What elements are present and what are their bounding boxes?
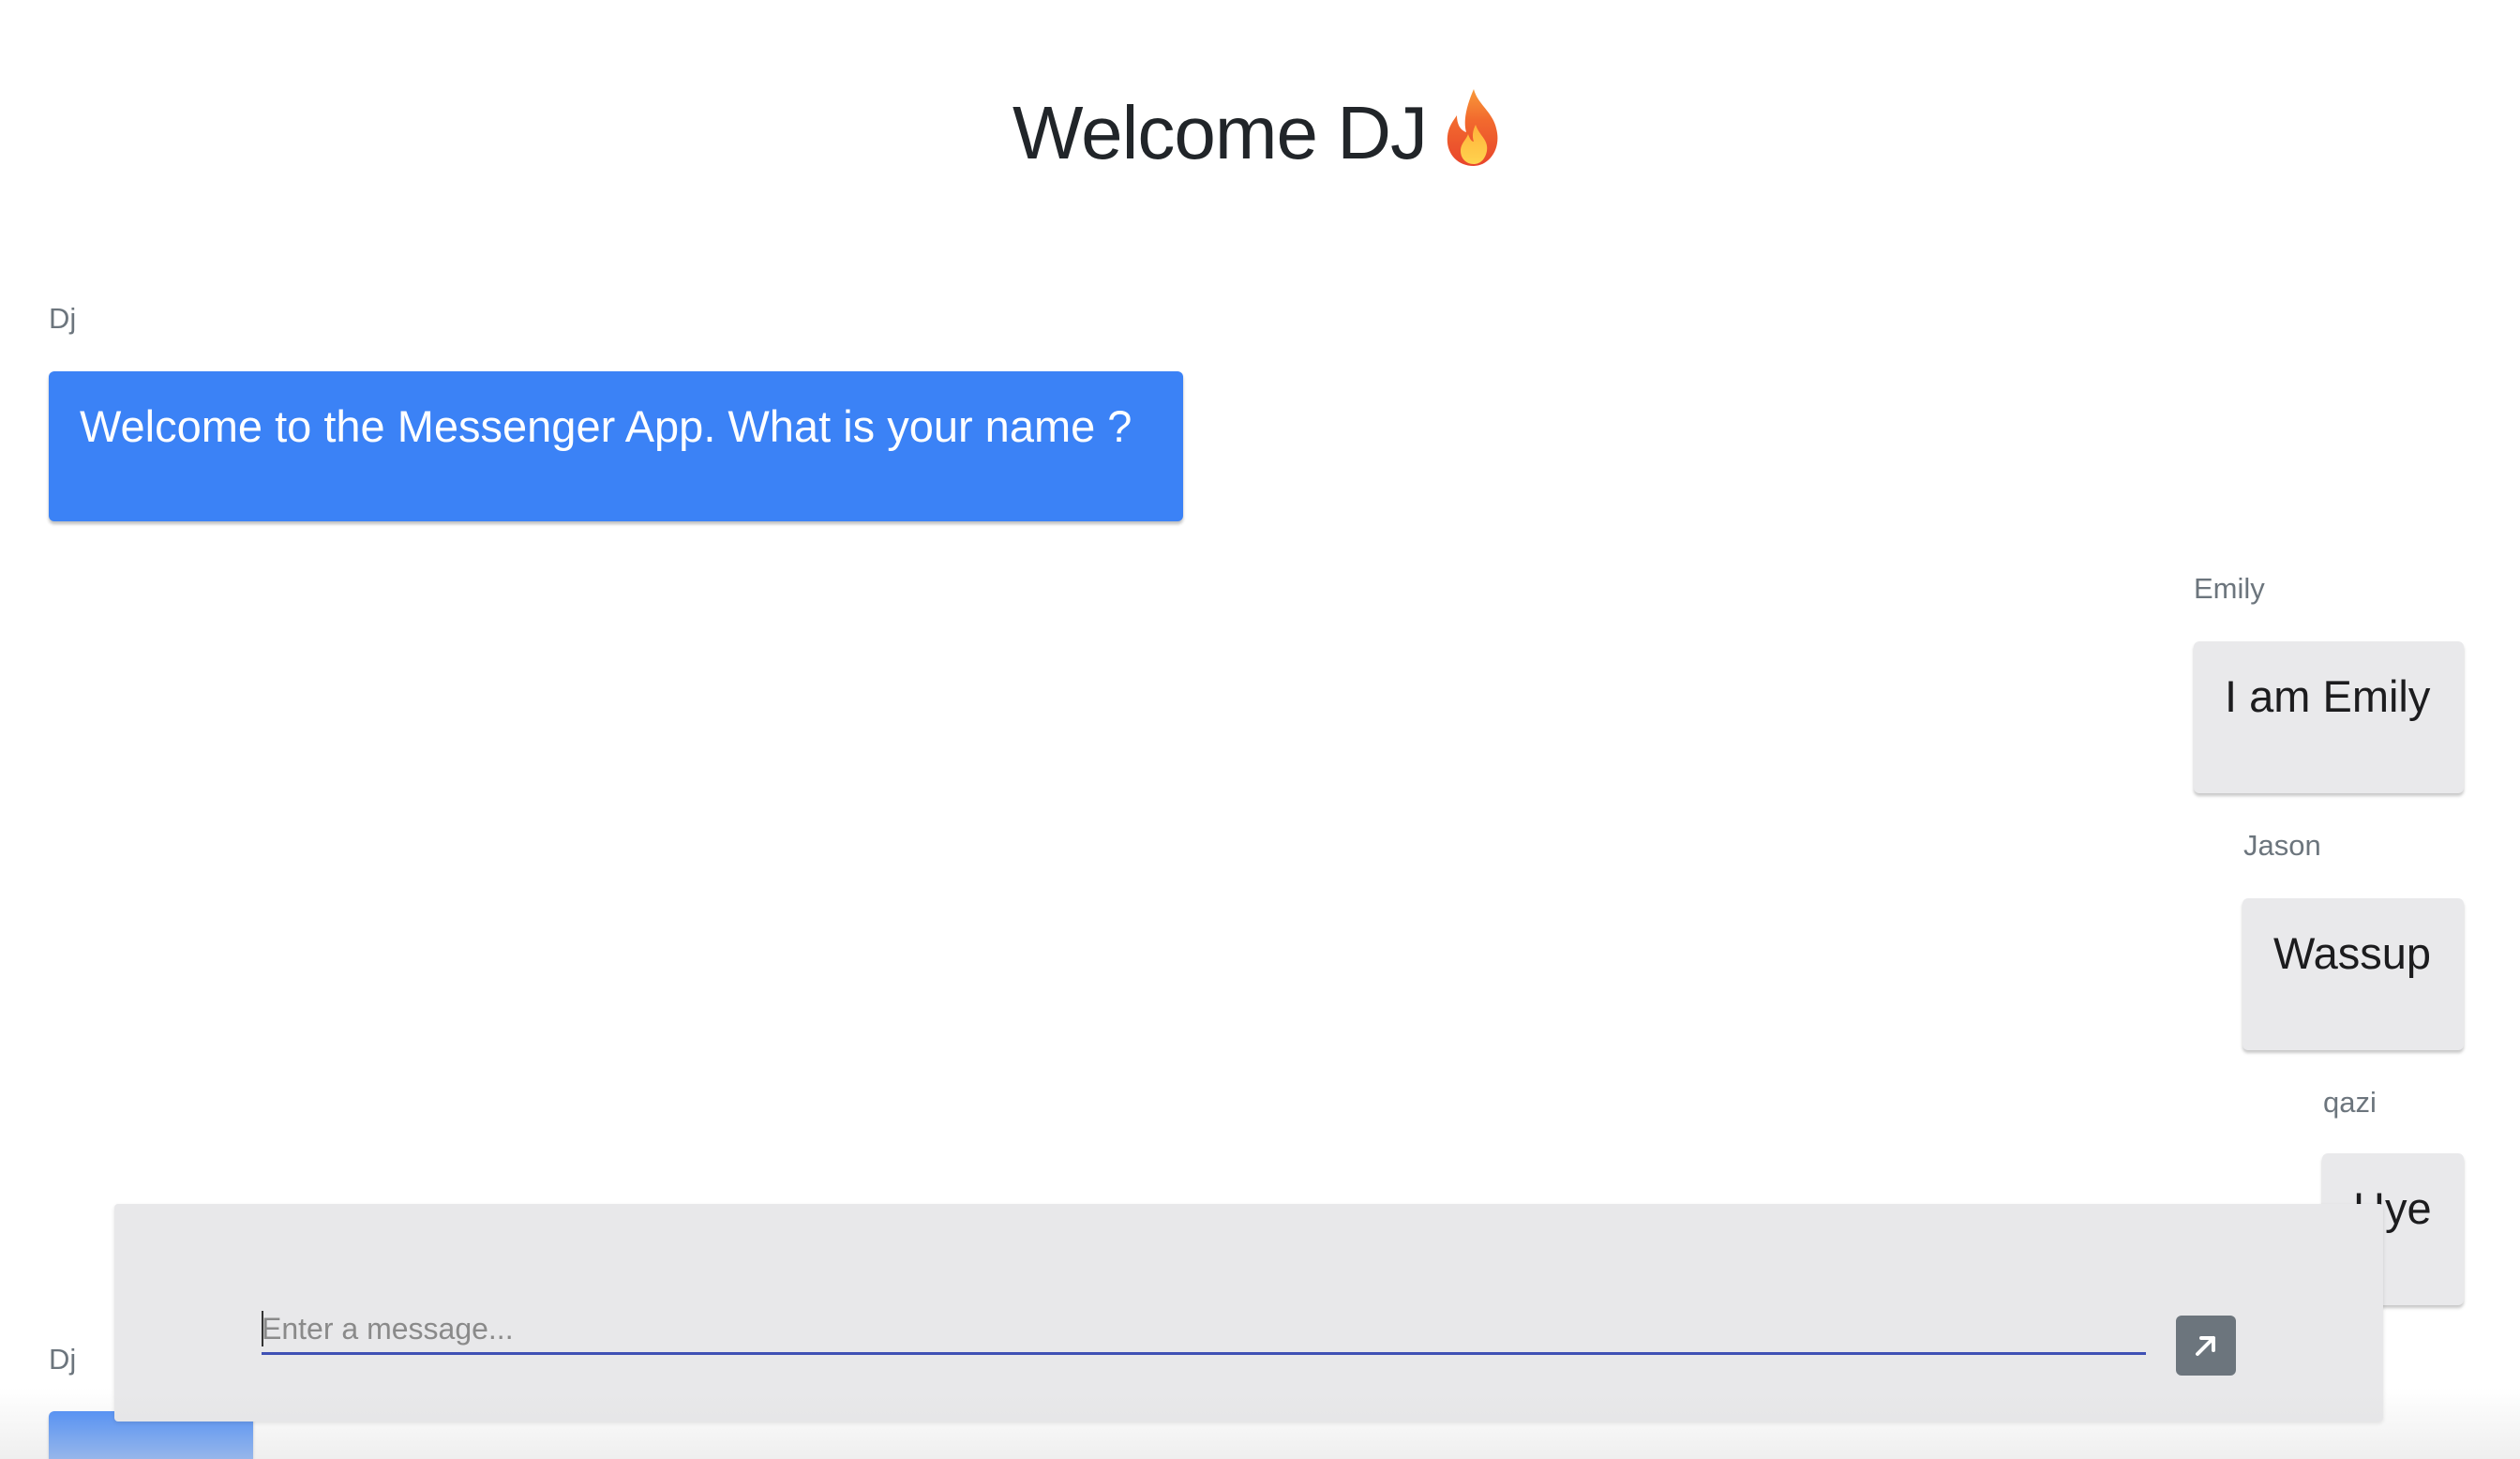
message-text: I am Emily <box>2225 671 2431 721</box>
message-text: Welcome to the Messenger App. What is yo… <box>80 401 1132 451</box>
arrow-up-right-icon <box>2190 1330 2222 1361</box>
send-button[interactable] <box>2176 1316 2236 1376</box>
message-sender: Jason <box>2243 829 2321 862</box>
page-title: Welcome DJ <box>0 86 2520 189</box>
page-title-text: Welcome DJ <box>1012 91 1428 174</box>
message-sender: Emily <box>2194 572 2265 605</box>
message-composer <box>114 1204 2383 1421</box>
chat-page: Welcome DJ Dj Welcome to the Messenger A… <box>0 0 2520 1459</box>
message-sender: Dj <box>49 302 77 335</box>
message-bubble-other: I am Emily <box>2194 641 2464 793</box>
text-caret <box>262 1311 263 1346</box>
message-bubble-other: Wassup <box>2242 898 2464 1050</box>
message-sender: Dj <box>49 1343 77 1376</box>
message-bubble-own: Welcome to the Messenger App. What is yo… <box>49 371 1183 521</box>
message-sender: qazi <box>2323 1086 2377 1119</box>
message-text: Wassup <box>2273 928 2432 978</box>
message-input[interactable] <box>262 1305 2146 1355</box>
fire-icon <box>1440 87 1508 189</box>
